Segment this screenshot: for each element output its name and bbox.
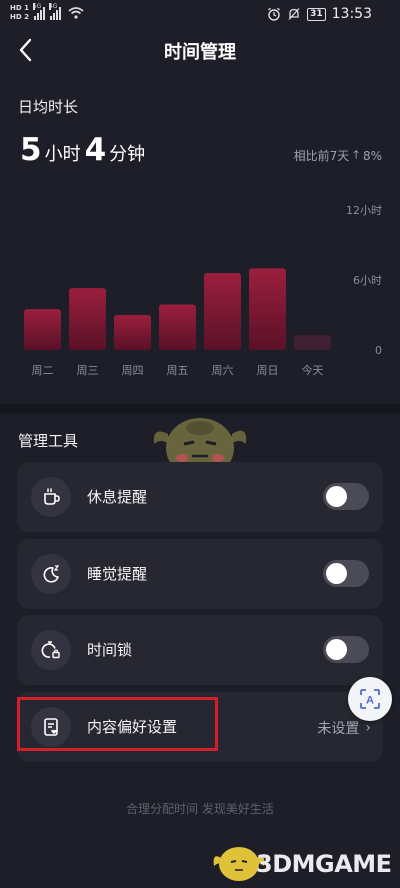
compare-value: 8% xyxy=(362,148,382,163)
compare-stat: 相比前7天 🡑 8% xyxy=(294,146,382,165)
clock-time: 13:53 xyxy=(331,6,372,22)
rest-reminder-toggle[interactable] xyxy=(323,483,369,510)
footer-slogan: 合理分配时间 发现美好生活 xyxy=(126,802,274,816)
mute-bell-icon xyxy=(288,8,300,20)
highlight-box xyxy=(17,697,218,751)
wifi-icon xyxy=(68,6,84,19)
x-tick-label-1: 周三 xyxy=(77,364,99,377)
battery-icon: 31 xyxy=(307,7,326,21)
chart-bar-6 xyxy=(294,334,331,350)
moon-sleep-icon xyxy=(31,554,71,594)
time-lock-row: 时间锁 xyxy=(17,615,383,685)
page-title: 时间管理 xyxy=(164,42,236,63)
minutes-value: 4 xyxy=(84,132,107,168)
sleep-reminder-toggle[interactable] xyxy=(323,560,369,587)
chart-bar-2 xyxy=(114,315,151,350)
y-tick-label-0: 12小时 xyxy=(346,204,382,217)
chart-bar-0 xyxy=(24,309,61,350)
chart-bar-1 xyxy=(69,288,106,350)
hours-unit: 小时 xyxy=(44,144,81,165)
chart-bar-4 xyxy=(204,273,241,350)
x-tick-label-2: 周四 xyxy=(122,364,144,377)
watermark-text: 3DMGAME xyxy=(256,850,392,878)
minutes-unit: 分钟 xyxy=(109,144,146,165)
rest-reminder-label: 休息提醒 xyxy=(87,488,148,506)
x-tick-label-3: 周五 xyxy=(167,364,189,377)
y-tick-label-2: 0 xyxy=(375,344,382,357)
up-arrow-icon: 🡑 xyxy=(353,148,359,161)
alarm-icon xyxy=(268,7,281,21)
hours-value: 5 xyxy=(20,132,42,168)
x-tick-label-6: 今天 xyxy=(302,363,324,377)
chart-bar-5 xyxy=(249,268,286,350)
hd1-label: HD 1 xyxy=(10,4,29,12)
x-tick-label-0: 周二 xyxy=(32,364,54,377)
time-lock-toggle[interactable] xyxy=(323,636,369,663)
svg-text:A: A xyxy=(366,695,374,707)
chevron-right-icon: › xyxy=(365,720,371,736)
x-tick-label-4: 周六 xyxy=(212,364,234,377)
time-lock-label: 时间锁 xyxy=(87,641,133,659)
usage-bar-chart: 周二 周三 周四 周五 周六 周日 今天 12小时 6小时 0 xyxy=(24,204,382,377)
sleep-reminder-row: 睡觉提醒 xyxy=(17,539,383,609)
signal-2-icon: 4G xyxy=(48,2,61,20)
coffee-cup-icon xyxy=(31,477,71,517)
hd2-label: HD 2 xyxy=(10,13,29,21)
timer-lock-icon xyxy=(31,630,71,670)
chart-bar-3 xyxy=(159,304,196,350)
signal-1-icon: 5G xyxy=(32,2,45,20)
scan-text-icon: A xyxy=(360,689,380,709)
tools-section-title: 管理工具 xyxy=(18,432,79,450)
daily-average-value: 5 小时 4 分钟 xyxy=(20,132,149,168)
x-tick-label-5: 周日 xyxy=(257,364,279,377)
rest-reminder-row: 休息提醒 xyxy=(17,462,383,532)
content-preference-value[interactable]: 未设置 › xyxy=(317,718,371,738)
y-tick-label-1: 6小时 xyxy=(353,274,382,287)
scan-text-button[interactable]: A xyxy=(348,677,392,721)
daily-average-label: 日均时长 xyxy=(18,98,79,116)
compare-label: 相比前7天 xyxy=(293,149,350,163)
sleep-reminder-label: 睡觉提醒 xyxy=(87,565,148,583)
status-bar: HD 1 HD 2 5G 4G 31 13:53 xyxy=(0,0,400,28)
